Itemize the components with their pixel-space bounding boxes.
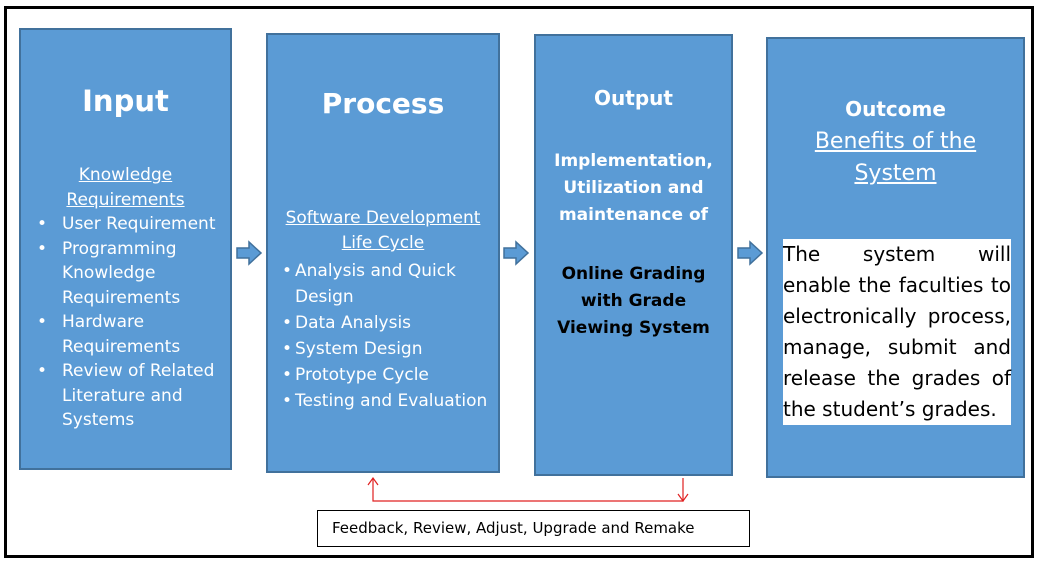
bullet-item: • Hardware Requirements [35, 310, 230, 359]
bullet-text-line: Design [295, 287, 354, 307]
input-box: Input Knowledge Requirements • User Requi… [19, 28, 232, 470]
bullet-text-line: Knowledge [62, 263, 156, 283]
feedback-box: Feedback, Review, Adjust, Upgrade and Re… [317, 510, 750, 547]
bullet-icon: • [282, 339, 293, 359]
process-subtitle: Software Development Life Cycle [268, 206, 498, 256]
process-subtitle-line2: Life Cycle [341, 233, 425, 253]
right-arrow-icon [737, 240, 763, 266]
bullet-item: • Analysis and Quick Design [282, 258, 497, 310]
bullet-icon: • [37, 214, 48, 234]
bullet-text-line: Hardware [62, 312, 145, 332]
bullet-text-line: Requirements [62, 287, 181, 308]
output-box: Output Implementation, Utilization and m… [534, 34, 733, 476]
bullet-item: • Data Analysis [282, 310, 497, 336]
output-desc-line2: Utilization and [563, 178, 704, 198]
output-desc-line1: Implementation, [554, 151, 713, 171]
bullet-text-line: Requirements [62, 336, 181, 357]
bullet-icon: • [282, 313, 293, 333]
bullet-text-line: Review of Related [62, 361, 215, 381]
bullet-icon: • [37, 361, 48, 381]
bullet-item: • Review of Related Literature and Systems [35, 359, 230, 433]
process-subtitle-line1: Software Development [285, 208, 481, 228]
input-title: Input [82, 84, 169, 118]
bullet-icon: • [282, 261, 293, 281]
outcome-description: The system will enable the faculties to … [783, 239, 1011, 425]
bullet-text-line: Systems [62, 410, 135, 430]
input-subtitle-line2: Requirements [66, 190, 185, 210]
bullet-text-line: Analysis and Quick [295, 261, 456, 281]
outcome-box: Outcome Benefits of the System The syste… [766, 37, 1025, 478]
feedback-label: Feedback, Review, Adjust, Upgrade and Re… [332, 519, 695, 537]
bullet-text-line: Testing and Evaluation [295, 391, 488, 411]
right-arrow-icon [236, 240, 262, 266]
outcome-title: Outcome [845, 97, 946, 121]
output-system-line3: Viewing System [557, 318, 710, 338]
bullet-icon: • [37, 312, 48, 332]
bullet-text-line: Literature and [62, 385, 183, 406]
bullet-icon: • [37, 238, 48, 259]
bullet-item: • System Design [282, 336, 497, 362]
process-box: Process Software Development Life Cycle … [266, 33, 500, 473]
bullet-item: • Testing and Evaluation [282, 388, 497, 414]
outcome-subtitle-line1: Benefits of the [814, 129, 977, 154]
output-system-name: Online Grading with Grade Viewing System [536, 261, 731, 342]
outcome-subtitle: Benefits of the System [768, 126, 1023, 190]
feedback-loop-arrow-icon [367, 476, 689, 503]
output-system-line1: Online Grading [561, 264, 706, 284]
input-subtitle-line1: Knowledge [78, 165, 173, 185]
process-title: Process [321, 87, 445, 120]
bullet-text-line: User Requirement [62, 214, 216, 234]
output-desc-line3: maintenance of [558, 205, 709, 225]
right-arrow-icon [503, 240, 529, 266]
bullet-text-line: Data Analysis [295, 313, 412, 333]
bullet-text-line: Prototype Cycle [295, 365, 429, 385]
bullet-icon: • [282, 365, 293, 385]
bullet-icon: • [282, 391, 293, 411]
output-description: Implementation, Utilization and maintena… [536, 148, 731, 229]
bullet-item: • Programming Knowledge Requirements [35, 237, 230, 311]
process-bullet-list: • Analysis and Quick Design • Data Analysis •… [282, 258, 497, 414]
bullet-item: • User Requirement [35, 212, 230, 237]
bullet-text-line: Programming [62, 238, 177, 259]
bullet-text-line: System Design [295, 339, 423, 359]
output-title: Output [594, 86, 673, 110]
output-system-line2: with Grade [580, 291, 687, 311]
input-bullet-list: • User Requirement • Programming Knowledge Re… [35, 212, 230, 433]
input-subtitle: Knowledge Requirements [21, 163, 230, 213]
outcome-subtitle-line2: System [854, 161, 937, 186]
bullet-item: • Prototype Cycle [282, 362, 497, 388]
